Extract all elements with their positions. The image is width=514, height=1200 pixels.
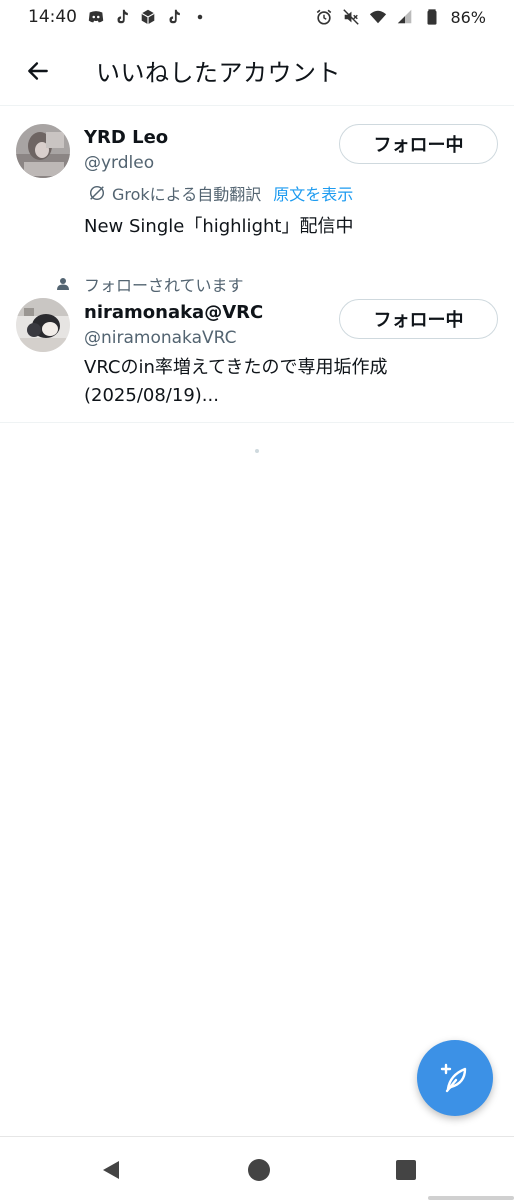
- status-bar: 14:40 86%: [0, 0, 514, 34]
- alarm-icon: [315, 8, 333, 26]
- signal-icon: [396, 8, 414, 26]
- box-app-icon: [139, 8, 157, 26]
- nav-recents-button[interactable]: [391, 1155, 421, 1185]
- discord-icon: [87, 8, 105, 26]
- list-divider: [0, 422, 514, 423]
- nav-back-button[interactable]: [96, 1155, 126, 1185]
- user-name[interactable]: YRD Leo: [84, 127, 168, 148]
- auto-translation-label: Grokによる自動翻訳: [112, 185, 262, 204]
- following-button[interactable]: フォロー中: [339, 299, 498, 339]
- translation-line: Grokによる自動翻訳 原文を表示: [88, 181, 353, 205]
- feather-plus-icon: [440, 1063, 467, 1093]
- notification-dot-icon: [191, 8, 209, 26]
- battery-icon: [423, 8, 441, 26]
- follows-you-text: フォローされています: [84, 276, 244, 295]
- app-header: いいねしたアカウント: [0, 36, 514, 106]
- tiktok-icon: [113, 8, 131, 26]
- user-name[interactable]: niramonaka@VRC: [84, 302, 263, 323]
- person-icon: [57, 278, 69, 290]
- show-original-link[interactable]: 原文を表示: [273, 181, 353, 205]
- home-circle-icon: [248, 1159, 270, 1181]
- wifi-icon: [369, 8, 387, 26]
- battery-percent: 86%: [450, 7, 486, 27]
- mute-icon: [342, 8, 360, 26]
- follows-you-label: フォローされています: [56, 272, 244, 296]
- loading-indicator: [255, 449, 259, 453]
- user-row-niramonaka[interactable]: フォローされています niramonaka@VRC @niramonakaVRC…: [0, 262, 514, 420]
- user-row-yrdleo[interactable]: YRD Leo @yrdleo フォロー中 Grokによる自動翻訳 原文を表示 …: [0, 108, 514, 258]
- recents-square-icon: [396, 1160, 416, 1180]
- user-handle: @niramonakaVRC: [84, 328, 237, 348]
- back-triangle-icon: [103, 1161, 119, 1179]
- back-button[interactable]: [0, 36, 76, 106]
- user-handle: @yrdleo: [84, 153, 155, 173]
- nav-home-button[interactable]: [244, 1155, 274, 1185]
- status-time: 14:40: [28, 7, 77, 27]
- avatar[interactable]: [16, 298, 70, 352]
- grok-icon: [89, 185, 105, 201]
- user-bio: New Single「highlight」配信中: [84, 216, 354, 237]
- tiktok-icon-2: [165, 8, 183, 26]
- system-navigation-bar: [0, 1136, 514, 1200]
- compose-post-button[interactable]: [417, 1040, 493, 1116]
- avatar[interactable]: [16, 124, 70, 178]
- arrow-left-icon: [28, 61, 48, 80]
- gesture-bar: [428, 1196, 514, 1200]
- page-title: いいねしたアカウント: [96, 59, 341, 87]
- user-bio-line-1: VRCのin率増えてきたので専用垢作成: [84, 357, 388, 378]
- user-bio-line-2: (2025/08/19)...: [84, 385, 219, 406]
- following-button[interactable]: フォロー中: [339, 124, 498, 164]
